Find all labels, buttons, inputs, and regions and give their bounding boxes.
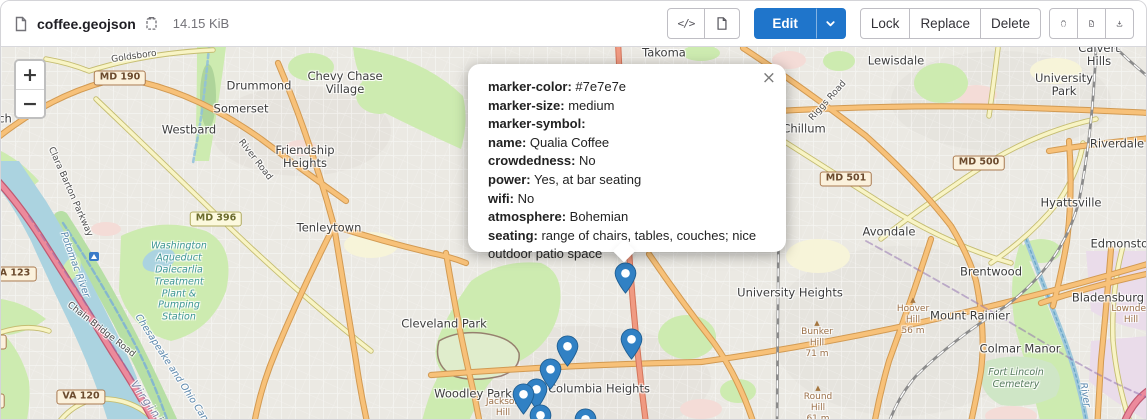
file-actions-group: Lock Replace Delete xyxy=(860,8,1041,39)
copy-contents-button[interactable] xyxy=(1049,8,1078,39)
map-marker-pin[interactable] xyxy=(574,408,597,419)
place-label: Avondale xyxy=(863,225,916,238)
boat-ramp-icon xyxy=(89,252,99,261)
place-label: Calvert Hills xyxy=(1076,47,1123,68)
place-label: Chillum xyxy=(782,122,825,135)
map-zoom-control: + − xyxy=(14,59,46,119)
popup-close-button[interactable]: × xyxy=(762,70,776,87)
peak-label: Lowndes Hill xyxy=(1111,304,1146,326)
road-label: Goldsboro xyxy=(111,49,158,66)
road-label: Riggs Road xyxy=(807,79,848,123)
edit-split-button: Edit xyxy=(754,8,846,39)
lock-button[interactable]: Lock xyxy=(860,8,911,39)
popup-property: power: Yes, at bar seating xyxy=(488,171,766,190)
file-size: 14.15 KiB xyxy=(173,16,229,31)
chevron-down-icon xyxy=(825,18,836,29)
map-marker-pin[interactable] xyxy=(529,404,552,419)
raw-file-icon xyxy=(1088,16,1095,31)
file-toolbar: coffee.geojson 14.15 KiB </> Edit xyxy=(1,1,1146,47)
view-toggle: </> xyxy=(667,8,741,39)
shield-label: A 123 xyxy=(1,267,36,282)
download-button[interactable] xyxy=(1105,8,1134,39)
zoom-in-button[interactable]: + xyxy=(16,61,44,89)
code-icon: </> xyxy=(678,17,695,30)
place-label: University Park xyxy=(1023,72,1105,98)
popup-property: crowdedness: No xyxy=(488,152,766,171)
shield-label: VA 120 xyxy=(56,390,105,405)
shield-label: MD 500 xyxy=(953,156,1005,171)
file-utility-group xyxy=(1049,8,1134,39)
edit-button[interactable]: Edit xyxy=(754,8,816,39)
view-rendered-button[interactable] xyxy=(704,8,740,39)
place-label: Cleveland Park xyxy=(401,317,487,330)
shield-label: 9 xyxy=(1,394,4,409)
peak-label: Hoover Hill 56 m xyxy=(897,304,929,336)
open-raw-button[interactable] xyxy=(1077,8,1106,39)
shield-label: 5 xyxy=(1,335,6,350)
shield-label: MD 190 xyxy=(94,71,146,86)
place-label: Mount Rainier xyxy=(930,309,1010,322)
state-label: Virginia xyxy=(127,379,171,419)
place-label: Westbard xyxy=(162,123,216,136)
file-icon xyxy=(13,16,29,32)
place-label: Tenleytown xyxy=(297,221,362,234)
geojson-file-viewer: coffee.geojson 14.15 KiB </> Edit xyxy=(0,0,1147,420)
zoom-out-button[interactable]: − xyxy=(16,89,44,117)
download-icon xyxy=(1116,16,1123,31)
replace-button[interactable]: Replace xyxy=(909,8,981,39)
clipboard-copy-icon xyxy=(1060,16,1067,31)
popup-property: name: Qualia Coffee xyxy=(488,134,766,153)
water-label: Potomac River xyxy=(57,231,91,300)
area-label: Washington Aqueduct Dalecarlia Treatment… xyxy=(151,240,207,323)
map-canvas[interactable]: Takoma ch Drummond Chevy Chase Village Somer… xyxy=(1,47,1146,419)
place-label: Riverdale xyxy=(1090,137,1144,150)
place-label: Brentwood xyxy=(960,265,1022,278)
popup-property: wifi: No xyxy=(488,190,766,209)
place-label: University Heights xyxy=(737,286,843,299)
document-icon xyxy=(715,16,729,31)
popup-property: marker-size: medium xyxy=(488,97,766,116)
map-marker-pin[interactable] xyxy=(620,328,643,360)
area-label: Fort Lincoln Cemetery xyxy=(988,367,1044,391)
feature-popup: × marker-color: #7e7e7emarker-size: medi… xyxy=(468,64,786,252)
popup-property: marker-symbol: xyxy=(488,115,766,134)
place-label: ch xyxy=(1,112,12,125)
map-marker-pin[interactable] xyxy=(614,262,637,294)
road-label: River Road xyxy=(236,138,274,183)
delete-button[interactable]: Delete xyxy=(980,8,1041,39)
place-label: Colmar Manor xyxy=(980,342,1061,355)
popup-property: marker-color: #7e7e7e xyxy=(488,78,766,97)
peak-label: Round Hill 61 m xyxy=(804,392,832,419)
shield-label: MD 396 xyxy=(190,212,242,227)
shield-label: MD 501 xyxy=(820,172,872,187)
place-label: Somerset xyxy=(214,102,269,115)
water-label: River xyxy=(1076,382,1091,408)
road-label: Chain Bridge Road xyxy=(65,300,137,359)
popup-property: atmosphere: Bohemian xyxy=(488,208,766,227)
peak-label: Bunker Hill 71 m xyxy=(801,327,833,359)
edit-dropdown-button[interactable] xyxy=(816,8,846,39)
place-label: Bladensburg xyxy=(1072,291,1144,304)
road-label: Clara Barton Parkway xyxy=(46,146,95,239)
place-label: Drummond xyxy=(227,79,292,92)
place-label: Edmonston xyxy=(1091,237,1146,250)
place-label: Friendship Heights xyxy=(275,144,334,170)
place-label: Chevy Chase Village xyxy=(307,70,382,96)
clipboard-copy-icon[interactable] xyxy=(144,16,159,31)
place-label: Columbia Heights xyxy=(548,382,650,395)
view-source-button[interactable]: </> xyxy=(667,8,706,39)
place-label: Hyattsville xyxy=(1041,196,1102,209)
place-label: Takoma xyxy=(642,47,686,60)
popup-content: marker-color: #7e7e7emarker-size: medium… xyxy=(488,78,766,264)
file-name: coffee.geojson xyxy=(37,16,136,32)
place-label: Lewisdale xyxy=(868,54,925,67)
